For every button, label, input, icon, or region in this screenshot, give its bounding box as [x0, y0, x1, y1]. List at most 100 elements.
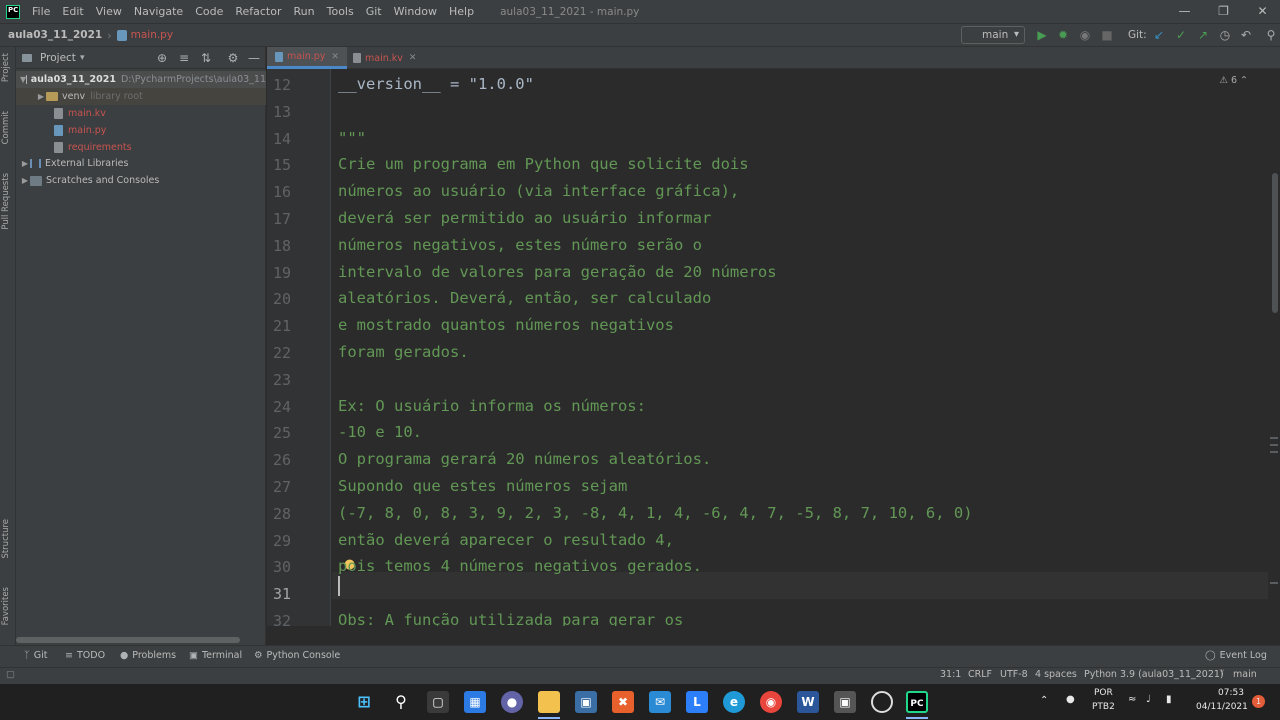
- edge-icon[interactable]: e: [723, 691, 745, 713]
- obs-icon[interactable]: [871, 691, 893, 713]
- tree-item-main-py[interactable]: main.py: [16, 122, 266, 139]
- menu-edit[interactable]: Edit: [56, 5, 89, 18]
- git-branch[interactable]: main: [1233, 669, 1257, 680]
- problems-tool-button[interactable]: ● Problems: [120, 650, 176, 661]
- tree-item-venv[interactable]: ▶ venv library root: [16, 88, 266, 105]
- xampp-icon[interactable]: ✖: [612, 691, 634, 713]
- chrome-icon[interactable]: ◉: [760, 691, 782, 713]
- breadcrumb-project[interactable]: aula03_11_2021: [8, 29, 102, 41]
- collapse-all-icon[interactable]: ⇅: [198, 50, 214, 66]
- run-icon[interactable]: ▶: [1034, 27, 1050, 43]
- code-line: intervalo de valores para geração de 20 …: [338, 262, 777, 281]
- keyboard-language[interactable]: POR: [1094, 688, 1113, 698]
- tab-main-kv[interactable]: main.kv ✕: [345, 47, 424, 69]
- chat-icon[interactable]: ●: [501, 691, 523, 713]
- debug-icon[interactable]: ✹: [1055, 27, 1071, 43]
- history-icon[interactable]: ◷: [1217, 27, 1233, 43]
- battery-icon[interactable]: ▮: [1166, 694, 1172, 705]
- terminal-tool-button[interactable]: ▣ Terminal: [189, 650, 242, 661]
- store-icon[interactable]: ▣: [575, 691, 597, 713]
- clock-time[interactable]: 07:53: [1218, 688, 1244, 698]
- mail-icon[interactable]: ✉: [649, 691, 671, 713]
- menu-refactor[interactable]: Refactor: [229, 5, 287, 18]
- favorites-tool-tab[interactable]: Favorites: [1, 587, 11, 625]
- python-console-tool-button[interactable]: ⚙ Python Console: [254, 650, 340, 661]
- file-explorer-icon[interactable]: [538, 691, 560, 713]
- git-update-icon[interactable]: ↙: [1151, 27, 1167, 43]
- chevron-right-icon[interactable]: ▶: [20, 176, 30, 185]
- clock-date[interactable]: 04/11/2021: [1196, 702, 1248, 712]
- git-commit-icon[interactable]: ✓: [1173, 27, 1189, 43]
- chevron-right-icon[interactable]: ▶: [20, 159, 30, 168]
- pull-requests-tool-tab[interactable]: Pull Requests: [1, 173, 11, 230]
- tree-item-project-root[interactable]: ▼ aula03_11_2021 D:\PycharmProjects\aula…: [16, 71, 266, 88]
- project-horizontal-scrollbar[interactable]: [16, 637, 240, 643]
- search-icon[interactable]: ⚲: [390, 691, 412, 713]
- menu-run[interactable]: Run: [288, 5, 321, 18]
- microphone-icon[interactable]: ●: [1066, 694, 1075, 705]
- close-icon[interactable]: ✕: [409, 53, 417, 63]
- close-icon[interactable]: ✕: [1245, 0, 1280, 23]
- git-push-icon[interactable]: ↗: [1195, 27, 1211, 43]
- menu-git[interactable]: Git: [360, 5, 388, 18]
- widgets-icon[interactable]: ▦: [464, 691, 486, 713]
- gear-icon[interactable]: ⚙: [225, 50, 241, 66]
- close-icon[interactable]: ✕: [331, 52, 339, 62]
- virtual-box-icon[interactable]: ▣: [834, 691, 856, 713]
- run-configuration-select[interactable]: main: [961, 26, 1025, 44]
- windows-start-icon[interactable]: ⊞: [353, 691, 375, 713]
- line-number: 21: [272, 317, 291, 336]
- coverage-icon[interactable]: ◉: [1077, 27, 1093, 43]
- wifi-icon[interactable]: ≈: [1128, 694, 1136, 705]
- tool-windows-toggle-icon[interactable]: ▢: [6, 669, 15, 680]
- inspection-widget[interactable]: ⚠ 6 ⌃: [1219, 75, 1248, 86]
- menu-window[interactable]: Window: [388, 5, 443, 18]
- app-l-icon[interactable]: L: [686, 691, 708, 713]
- menu-file[interactable]: File: [26, 5, 56, 18]
- project-panel-title[interactable]: Project: [40, 52, 76, 64]
- code-editor[interactable]: ● ⚠ 6 ⌃ __version__ = "1.0.0" """ Crie um …: [332, 69, 1268, 626]
- restore-icon[interactable]: ❐: [1206, 0, 1241, 23]
- chevron-right-icon[interactable]: ▶: [36, 92, 46, 101]
- python-interpreter[interactable]: Python 3.9 (aula03_11_2021): [1084, 669, 1224, 680]
- search-icon[interactable]: ⚲: [1263, 27, 1279, 43]
- notification-badge[interactable]: 1: [1252, 695, 1265, 708]
- todo-tool-button[interactable]: ≡ TODO: [65, 650, 105, 661]
- structure-tool-tab[interactable]: Structure: [1, 519, 11, 559]
- tree-item-requirements[interactable]: requirements: [16, 139, 266, 156]
- tree-item-external-libraries[interactable]: ▶ External Libraries: [16, 155, 266, 172]
- locate-icon[interactable]: ⊕: [154, 50, 170, 66]
- tree-item-main-kv[interactable]: main.kv: [16, 105, 266, 122]
- chevron-down-icon[interactable]: ▾: [80, 53, 85, 63]
- volume-icon[interactable]: ♩: [1146, 694, 1151, 705]
- task-view-icon[interactable]: ▢: [427, 691, 449, 713]
- menu-code[interactable]: Code: [189, 5, 229, 18]
- caret-position[interactable]: 31:1: [940, 669, 961, 680]
- expand-all-icon[interactable]: ≡: [176, 50, 192, 66]
- indent-setting[interactable]: 4 spaces: [1035, 669, 1077, 680]
- tree-item-scratches[interactable]: ▶ Scratches and Consoles: [16, 172, 266, 189]
- breadcrumb-file[interactable]: main.py: [131, 29, 173, 41]
- event-log-tool-button[interactable]: ◯ Event Log: [1205, 650, 1267, 661]
- keyboard-layout[interactable]: PTB2: [1092, 702, 1115, 712]
- commit-tool-tab[interactable]: Commit: [1, 111, 11, 144]
- rollback-icon[interactable]: ↶: [1238, 27, 1254, 43]
- line-separator[interactable]: CRLF: [968, 669, 992, 680]
- tray-overflow-icon[interactable]: ⌃: [1040, 695, 1048, 706]
- menu-view[interactable]: View: [90, 5, 128, 18]
- word-icon[interactable]: W: [797, 691, 819, 713]
- minimize-icon[interactable]: —: [1167, 0, 1202, 23]
- pycharm-taskbar-icon[interactable]: PC: [906, 691, 928, 713]
- menu-navigate[interactable]: Navigate: [128, 5, 189, 18]
- git-tool-button[interactable]: ᛉ Git: [24, 650, 47, 661]
- scrollbar-thumb[interactable]: [1272, 173, 1278, 313]
- hide-panel-icon[interactable]: —: [246, 50, 262, 66]
- stop-icon[interactable]: ■: [1099, 27, 1115, 43]
- menu-tools[interactable]: Tools: [321, 5, 360, 18]
- line-number-gutter[interactable]: 12 13 14 15 16 17 18 19 20 21 22 23 24 25 26 27 28 29 30 31…: [267, 69, 331, 630]
- tab-main-py[interactable]: main.py ✕: [267, 47, 347, 69]
- menu-help[interactable]: Help: [443, 5, 480, 18]
- file-encoding[interactable]: UTF-8: [1000, 669, 1028, 680]
- editor-vertical-scrollbar[interactable]: [1268, 69, 1280, 626]
- project-tool-tab[interactable]: Project: [1, 53, 11, 82]
